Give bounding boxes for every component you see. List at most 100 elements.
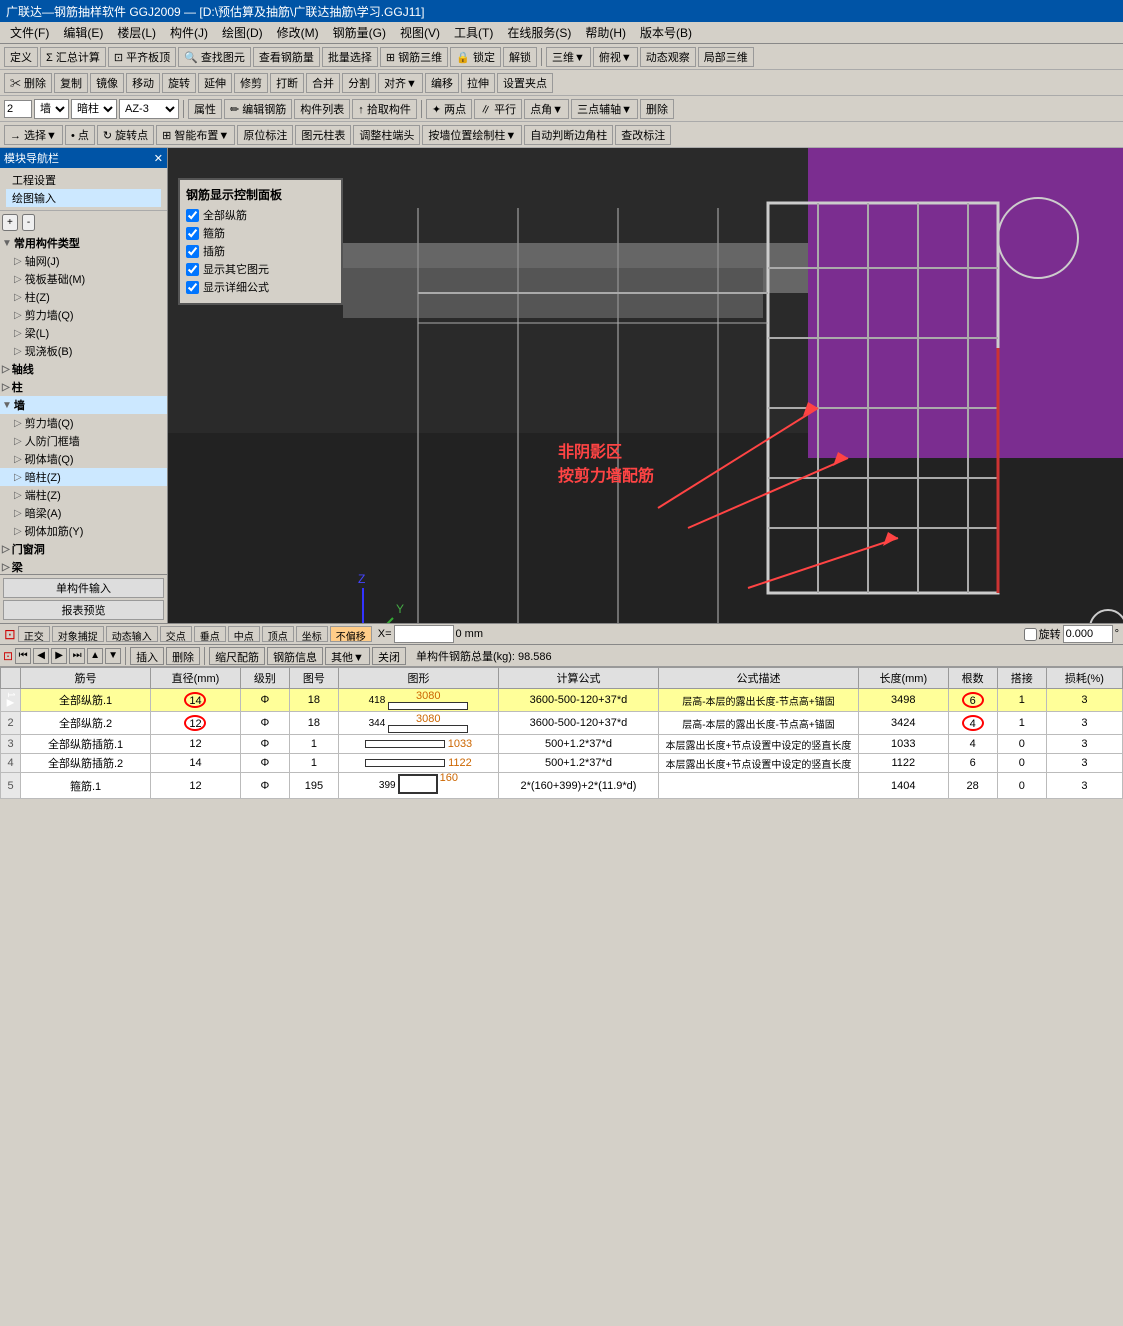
btn-merge[interactable]: 合并 [306, 73, 340, 93]
btn-endpoint[interactable]: 顶点 [262, 626, 294, 642]
rotate-checkbox[interactable] [1024, 628, 1037, 641]
menu-view[interactable]: 视图(V) [394, 22, 446, 43]
element-type-select[interactable]: 暗柱 [71, 99, 117, 119]
btn-define[interactable]: 定义 [4, 47, 38, 67]
element-name-select[interactable]: AZ-3 [119, 99, 179, 119]
btn-coord[interactable]: 坐标 [296, 626, 328, 642]
rebar-cb-4[interactable] [186, 263, 199, 276]
btn-rotate[interactable]: 旋转 [162, 73, 196, 93]
btn-two-point[interactable]: ✦ 两点 [426, 99, 472, 119]
sidebar-item-qtjj[interactable]: ▷砌体加筋(Y) [0, 522, 167, 540]
btn-scale-rebar[interactable]: 缩尺配筋 [209, 647, 265, 665]
btn-rebar-info[interactable]: 钢筋信息 [267, 647, 323, 665]
table-row[interactable]: 5 箍筋.1 12 Φ 195 399 160 2*( [1, 773, 1123, 799]
btn-delete[interactable]: ✂ 删除 [4, 73, 52, 93]
btn-flat-top[interactable]: ⊡ 平齐板顶 [108, 47, 176, 67]
sidebar-item-raft[interactable]: ▷筏板基础(M) [0, 270, 167, 288]
sidebar-group-wall[interactable]: ▼墙 [0, 396, 167, 414]
sidebar-add-btn[interactable]: + [2, 214, 18, 231]
btn-trim[interactable]: 修剪 [234, 73, 268, 93]
btn-check-mark[interactable]: 查改标注 [615, 125, 671, 145]
sidebar-item-beam[interactable]: ▷梁(L) [0, 324, 167, 342]
btn-insert[interactable]: 插入 [130, 647, 164, 665]
btn-rotate-point[interactable]: ↻ 旋转点 [97, 125, 154, 145]
btn-local-3d[interactable]: 局部三维 [698, 47, 754, 67]
menu-floor[interactable]: 楼层(L) [111, 22, 162, 43]
rotate-input[interactable] [1063, 625, 1113, 643]
sidebar-item-al[interactable]: ▷暗梁(A) [0, 504, 167, 522]
menu-rebar[interactable]: 钢筋量(G) [327, 22, 392, 43]
btn-smart-layout[interactable]: ⊞ 智能布置▼ [156, 125, 235, 145]
btn-perpendicular[interactable]: 垂点 [194, 626, 226, 642]
nav-last[interactable]: ⏭ [69, 648, 85, 664]
floor-number-input[interactable] [4, 100, 32, 118]
btn-pick-element[interactable]: ↑ 拾取构件 [352, 99, 417, 119]
btn-stretch[interactable]: 拉伸 [461, 73, 495, 93]
btn-midpoint[interactable]: 中点 [228, 626, 260, 642]
rebar-option-2[interactable]: 箍筋 [186, 225, 335, 241]
btn-three-point[interactable]: 三点辅轴▼ [571, 99, 638, 119]
btn-break[interactable]: 打断 [270, 73, 304, 93]
nav-first[interactable]: ⏮ [15, 648, 31, 664]
sidebar-item-shear-wall[interactable]: ▷剪力墙(Q) [0, 306, 167, 324]
menu-help[interactable]: 帮助(H) [579, 22, 632, 43]
btn-rebar-3d[interactable]: ⊞ 钢筋三维 [380, 47, 448, 67]
sidebar-item-dz[interactable]: ▷端柱(Z) [0, 486, 167, 504]
nav-next[interactable]: ▶ [51, 648, 67, 664]
btn-mirror[interactable]: 镜像 [90, 73, 124, 93]
btn-dynamic-input[interactable]: 动态输入 [106, 626, 158, 642]
sidebar-item-axis[interactable]: ▷轴网(J) [0, 252, 167, 270]
btn-dynamic-view[interactable]: 动态观察 [640, 47, 696, 67]
table-row[interactable]: 4 全部纵筋插筋.2 14 Φ 1 1122 500+1.2*37*d 本层露出… [1, 754, 1123, 773]
btn-property[interactable]: 属性 [188, 99, 222, 119]
nav-prev[interactable]: ◀ [33, 648, 49, 664]
btn-find[interactable]: 🔍 查找图元 [178, 47, 251, 67]
btn-delete2[interactable]: 删除 [640, 99, 674, 119]
btn-adjust-col-end[interactable]: 调整柱端头 [353, 125, 420, 145]
btn-batch-select[interactable]: 批量选择 [322, 47, 378, 67]
sidebar-item-az[interactable]: ▷暗柱(Z) [0, 468, 167, 486]
btn-lock[interactable]: 🔒 锁定 [450, 47, 501, 67]
sidebar-item-draw[interactable]: 绘图输入 [6, 189, 161, 207]
sidebar-group-common[interactable]: ▼常用构件类型 [0, 234, 167, 252]
rebar-option-5[interactable]: 显示详细公式 [186, 279, 335, 295]
menu-draw[interactable]: 绘图(D) [216, 22, 269, 43]
btn-element-list[interactable]: 构件列表 [294, 99, 350, 119]
btn-calc[interactable]: Σ 汇总计算 [40, 47, 106, 67]
menu-modify[interactable]: 修改(M) [271, 22, 325, 43]
menu-tools[interactable]: 工具(T) [448, 22, 499, 43]
btn-view[interactable]: 俯视▼ [593, 47, 638, 67]
sidebar-remove-btn[interactable]: - [22, 214, 35, 231]
btn-intersection[interactable]: 交点 [160, 626, 192, 642]
sidebar-item-qljq[interactable]: ▷剪力墙(Q) [0, 414, 167, 432]
nav-down[interactable]: ▼ [105, 648, 121, 664]
sidebar-item-rfmkq[interactable]: ▷人防门框墙 [0, 432, 167, 450]
sidebar-close-btn[interactable]: ✕ [154, 152, 163, 165]
btn-unlock[interactable]: 解锁 [503, 47, 537, 67]
btn-edit-rebar[interactable]: ✏ 编辑钢筋 [224, 99, 292, 119]
btn-offset[interactable]: 编移 [425, 73, 459, 93]
btn-no-offset[interactable]: 不偏移 [330, 626, 372, 642]
btn-close[interactable]: 关闭 [372, 647, 406, 665]
element-category-select[interactable]: 墙 [34, 99, 69, 119]
btn-align[interactable]: 对齐▼ [378, 73, 423, 93]
btn-extend[interactable]: 延伸 [198, 73, 232, 93]
rebar-cb-1[interactable] [186, 209, 199, 222]
btn-other[interactable]: 其他▼ [325, 647, 370, 665]
menu-online[interactable]: 在线服务(S) [501, 22, 577, 43]
btn-point-angle[interactable]: 点角▼ [524, 99, 569, 119]
sidebar-group-door[interactable]: ▷门窗洞 [0, 540, 167, 558]
sidebar-group-col[interactable]: ▷柱 [0, 378, 167, 396]
nav-up[interactable]: ▲ [87, 648, 103, 664]
rebar-cb-2[interactable] [186, 227, 199, 240]
menu-file[interactable]: 文件(F) [4, 22, 55, 43]
sidebar-btn-single[interactable]: 单构件输入 [3, 578, 164, 598]
btn-inplace-mark[interactable]: 原位标注 [237, 125, 293, 145]
btn-ortho[interactable]: 正交 [18, 626, 50, 642]
sidebar-item-settings[interactable]: 工程设置 [6, 171, 161, 189]
rebar-option-4[interactable]: 显示其它图元 [186, 261, 335, 277]
rebar-cb-5[interactable] [186, 281, 199, 294]
btn-auto-corner-col[interactable]: 自动判断边角柱 [524, 125, 613, 145]
btn-3d[interactable]: 三维▼ [546, 47, 591, 67]
sidebar-btn-report[interactable]: 报表预览 [3, 600, 164, 620]
